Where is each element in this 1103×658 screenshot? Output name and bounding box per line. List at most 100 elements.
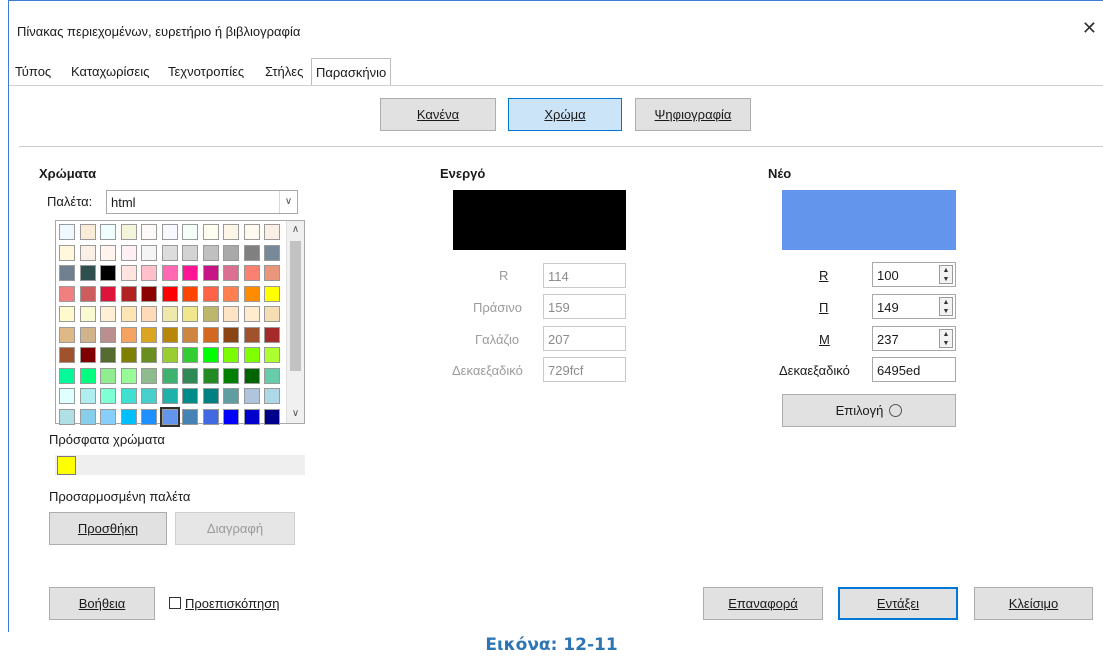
color-swatch[interactable] [79, 285, 96, 302]
color-swatch[interactable] [243, 265, 260, 281]
color-swatch[interactable] [59, 224, 75, 240]
color-swatch[interactable] [161, 326, 178, 343]
color-swatch[interactable] [161, 244, 178, 261]
color-swatch[interactable] [264, 388, 280, 404]
color-swatch[interactable] [243, 285, 260, 302]
color-swatch[interactable] [120, 265, 137, 281]
color-swatch[interactable] [141, 224, 157, 240]
color-swatch[interactable] [120, 244, 137, 261]
color-swatch[interactable] [141, 306, 157, 322]
color-swatch[interactable] [223, 388, 239, 404]
color-swatch[interactable] [141, 388, 157, 404]
spin-buttons-icon[interactable]: ▲ ▼ [939, 329, 953, 348]
color-swatch[interactable] [120, 306, 137, 322]
color-swatch[interactable] [79, 265, 96, 281]
palette-scrollbar[interactable]: ∧ ∨ [286, 221, 304, 423]
color-swatch[interactable] [182, 306, 198, 322]
color-swatch[interactable] [243, 408, 260, 425]
color-swatch[interactable] [59, 244, 75, 261]
color-swatch[interactable] [79, 367, 96, 384]
color-swatch[interactable] [79, 244, 96, 261]
delete-button[interactable]: Διαγραφή [175, 512, 295, 545]
chevron-up-icon[interactable]: ∧ [287, 221, 304, 239]
color-swatch[interactable] [100, 285, 116, 302]
color-swatch[interactable] [264, 285, 280, 302]
color-swatch[interactable] [161, 285, 178, 302]
color-swatch[interactable] [243, 326, 260, 343]
color-swatch[interactable] [264, 408, 280, 425]
color-swatch[interactable] [79, 408, 96, 425]
color-swatch[interactable] [161, 347, 178, 363]
color-swatch[interactable] [182, 388, 198, 404]
color-swatch[interactable] [182, 265, 198, 281]
color-swatch[interactable] [100, 388, 116, 404]
color-swatch[interactable] [161, 367, 178, 384]
tab-entries[interactable]: Καταχωρίσεις [71, 64, 149, 79]
color-swatch[interactable] [100, 408, 116, 425]
color-swatch[interactable] [182, 244, 198, 261]
color-swatch[interactable] [141, 347, 157, 363]
color-swatch[interactable] [182, 367, 198, 384]
color-swatch[interactable] [223, 306, 239, 322]
color-swatch[interactable] [161, 306, 178, 322]
color-swatch[interactable] [59, 306, 75, 322]
color-swatch[interactable] [223, 224, 239, 240]
color-swatch[interactable] [243, 224, 260, 240]
close-button[interactable]: Κλείσιμο [974, 587, 1093, 620]
color-swatch[interactable] [202, 285, 219, 302]
color-swatch[interactable] [100, 306, 116, 322]
palette-grid[interactable]: ∧ ∨ [55, 220, 305, 427]
color-swatch[interactable] [100, 244, 116, 261]
color-swatch[interactable] [100, 347, 116, 363]
chevron-down-icon[interactable]: ∨ [287, 405, 304, 423]
new-g-field[interactable]: 149 ▲ ▼ [872, 294, 956, 319]
color-swatch[interactable] [59, 347, 75, 363]
new-b-field[interactable]: 237 ▲ ▼ [872, 326, 956, 351]
tab-type[interactable]: Τύπος [15, 64, 51, 79]
color-swatch[interactable] [202, 367, 219, 384]
color-swatch[interactable] [141, 265, 157, 281]
color-swatch[interactable] [79, 347, 96, 363]
color-swatch[interactable] [161, 388, 178, 404]
tab-styles[interactable]: Τεχνοτροπίες [168, 64, 244, 79]
color-swatch[interactable] [202, 326, 219, 343]
color-swatch[interactable] [141, 367, 157, 384]
color-swatch[interactable] [264, 244, 280, 261]
color-swatch[interactable] [223, 244, 239, 261]
bitmap-button[interactable]: Ψηφιογραφία [635, 98, 751, 131]
color-swatch[interactable] [100, 265, 116, 281]
preview-checkbox-label[interactable]: Προεπισκόπηση [185, 596, 280, 611]
color-swatch[interactable] [243, 244, 260, 261]
color-swatch[interactable] [202, 347, 219, 363]
color-swatch[interactable] [120, 388, 137, 404]
color-swatch[interactable] [202, 224, 219, 240]
color-swatch[interactable] [202, 265, 219, 281]
color-swatch[interactable] [182, 224, 198, 240]
tab-background[interactable]: Παρασκήνιο [311, 58, 392, 86]
chevron-down-icon[interactable]: ∨ [279, 191, 297, 213]
pick-color-button[interactable]: Επιλογή [782, 394, 956, 427]
color-swatch[interactable] [264, 306, 280, 322]
color-swatch[interactable] [243, 306, 260, 322]
color-swatch[interactable] [202, 408, 219, 425]
color-swatch[interactable] [202, 388, 219, 404]
spin-buttons-icon[interactable]: ▲ ▼ [939, 297, 953, 316]
color-swatch[interactable] [223, 367, 239, 384]
color-swatch[interactable] [59, 388, 75, 404]
color-swatch[interactable] [202, 306, 219, 322]
color-swatch[interactable] [59, 285, 75, 302]
color-swatch[interactable] [141, 408, 157, 425]
help-button[interactable]: Βοήθεια [49, 587, 155, 620]
color-swatch[interactable] [79, 326, 96, 343]
color-swatch[interactable] [100, 326, 116, 343]
color-swatch[interactable] [100, 224, 116, 240]
color-swatch[interactable] [120, 285, 137, 302]
color-swatch[interactable] [120, 224, 137, 240]
color-swatch[interactable] [182, 326, 198, 343]
color-swatch[interactable] [141, 326, 157, 343]
new-hex-field[interactable]: 6495ed [872, 357, 956, 382]
recent-color-swatch[interactable] [57, 456, 76, 475]
preview-checkbox[interactable] [169, 597, 181, 609]
color-swatch[interactable] [243, 367, 260, 384]
color-swatch[interactable] [223, 347, 239, 363]
